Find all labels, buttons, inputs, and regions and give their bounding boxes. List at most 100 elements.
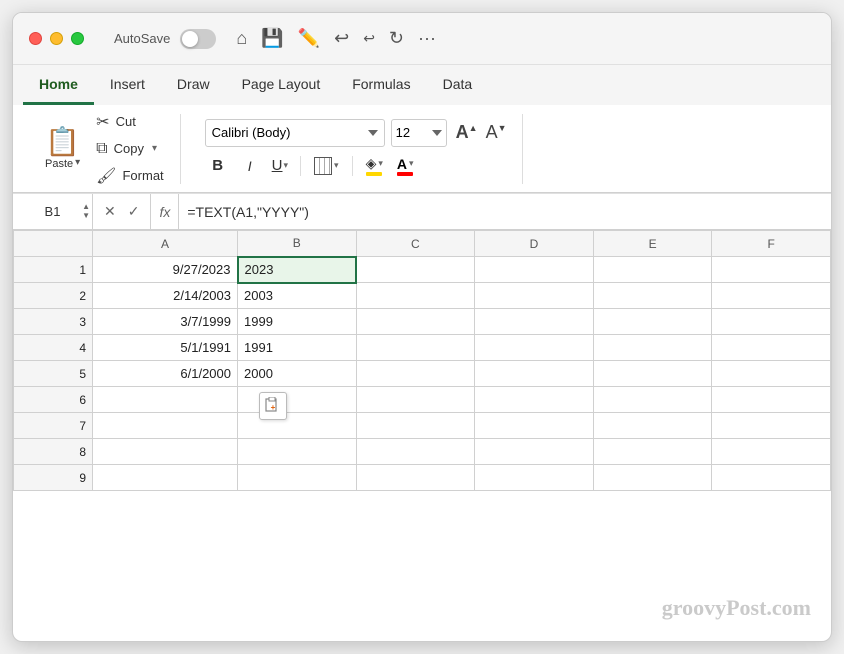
cell-d5[interactable] (475, 361, 594, 387)
copy-button[interactable]: ⧉ Copy ▾ (92, 138, 167, 160)
minimize-button[interactable] (50, 32, 63, 45)
highlight-dropdown-arrow[interactable]: ▾ (378, 158, 383, 169)
cell-b1[interactable]: 2023 (238, 257, 357, 283)
cell-a4[interactable]: 5/1/1991 (93, 335, 238, 361)
cell-c7[interactable] (356, 413, 475, 439)
cell-a8[interactable] (93, 439, 238, 465)
cell-b5[interactable]: 2000 (238, 361, 357, 387)
bold-button[interactable]: B (205, 153, 231, 179)
cell-d8[interactable] (475, 439, 594, 465)
undo2-icon[interactable]: ↩︎ (363, 30, 375, 47)
cell-c6[interactable] (356, 387, 475, 413)
cell-d3[interactable] (475, 309, 594, 335)
cell-b7[interactable] (238, 413, 357, 439)
tab-page-layout[interactable]: Page Layout (226, 65, 337, 105)
cell-d6[interactable] (475, 387, 594, 413)
cell-c9[interactable] (356, 465, 475, 491)
col-header-d[interactable]: D (475, 231, 594, 257)
close-button[interactable] (29, 32, 42, 45)
more-icon[interactable]: ··· (418, 28, 436, 49)
cell-b4[interactable]: 1991 (238, 335, 357, 361)
cell-d4[interactable] (475, 335, 594, 361)
font-size-selector[interactable]: 12 (391, 119, 447, 147)
copy-dropdown-arrow[interactable]: ▾ (152, 143, 157, 154)
underline-dropdown-arrow[interactable]: ▾ (284, 160, 289, 171)
paste-dropdown-arrow[interactable]: ▾ (75, 157, 80, 168)
tab-formulas[interactable]: Formulas (336, 65, 426, 105)
cell-d9[interactable] (475, 465, 594, 491)
highlight-color-button[interactable]: ◈ ▾ (362, 153, 387, 178)
redo-icon[interactable]: ↻ (389, 28, 404, 49)
cell-a2[interactable]: 2/14/2003 (93, 283, 238, 309)
cell-a6[interactable] (93, 387, 238, 413)
cell-d1[interactable] (475, 257, 594, 283)
paste-special-button[interactable]: + (259, 392, 287, 420)
cell-f8[interactable] (712, 439, 831, 465)
cell-f5[interactable] (712, 361, 831, 387)
cell-e6[interactable] (593, 387, 712, 413)
cell-f2[interactable] (712, 283, 831, 309)
cell-d2[interactable] (475, 283, 594, 309)
font-color-button[interactable]: A ▾ (393, 154, 418, 178)
save-icon[interactable]: 💾 (261, 28, 283, 49)
cell-e3[interactable] (593, 309, 712, 335)
border-button[interactable]: ▾ (310, 155, 343, 177)
cell-c2[interactable] (356, 283, 475, 309)
cell-e2[interactable] (593, 283, 712, 309)
name-box[interactable]: B1 ▲ ▼ (13, 194, 93, 229)
tab-data[interactable]: Data (427, 65, 489, 105)
cell-b6[interactable] (238, 387, 357, 413)
font-name-selector[interactable]: Calibri (Body) (205, 119, 385, 147)
cell-d7[interactable] (475, 413, 594, 439)
cell-e7[interactable] (593, 413, 712, 439)
cell-f4[interactable] (712, 335, 831, 361)
cell-b8[interactable] (238, 439, 357, 465)
cut-button[interactable]: ✂ Cut (92, 110, 167, 134)
cancel-formula-button[interactable]: ✕ (101, 201, 119, 222)
font-color-dropdown-arrow[interactable]: ▾ (409, 158, 414, 169)
format-painter-button[interactable]: 🖌 Format (92, 164, 167, 188)
cell-a7[interactable] (93, 413, 238, 439)
cell-b9[interactable] (238, 465, 357, 491)
tab-insert[interactable]: Insert (94, 65, 161, 105)
cell-c4[interactable] (356, 335, 475, 361)
cell-c1[interactable] (356, 257, 475, 283)
cell-e1[interactable] (593, 257, 712, 283)
formula-input[interactable] (179, 194, 831, 229)
cell-e5[interactable] (593, 361, 712, 387)
cell-a5[interactable]: 6/1/2000 (93, 361, 238, 387)
increase-font-size-button[interactable]: A▲ (453, 120, 481, 145)
autosave-toggle[interactable] (180, 29, 216, 49)
decrease-font-size-button[interactable]: A▼ (483, 120, 510, 145)
cell-f6[interactable] (712, 387, 831, 413)
col-header-c[interactable]: C (356, 231, 475, 257)
cell-a1[interactable]: 9/27/2023 (93, 257, 238, 283)
undo-icon[interactable]: ↩ (334, 28, 349, 49)
col-header-b[interactable]: B (238, 231, 357, 257)
cell-b2[interactable]: 2003 (238, 283, 357, 309)
cell-c3[interactable] (356, 309, 475, 335)
cell-f7[interactable] (712, 413, 831, 439)
paste-button[interactable]: 📋 Paste ▾ (37, 124, 88, 174)
cell-c8[interactable] (356, 439, 475, 465)
col-header-e[interactable]: E (593, 231, 712, 257)
tab-home[interactable]: Home (23, 65, 94, 105)
cell-f9[interactable] (712, 465, 831, 491)
cell-e9[interactable] (593, 465, 712, 491)
tab-draw[interactable]: Draw (161, 65, 226, 105)
italic-button[interactable]: I (237, 153, 263, 179)
underline-button[interactable]: U ▾ (269, 155, 291, 176)
cell-c5[interactable] (356, 361, 475, 387)
cell-e4[interactable] (593, 335, 712, 361)
cell-e8[interactable] (593, 439, 712, 465)
confirm-formula-button[interactable]: ✓ (125, 201, 143, 222)
col-header-a[interactable]: A (93, 231, 238, 257)
col-header-f[interactable]: F (712, 231, 831, 257)
border-dropdown-arrow[interactable]: ▾ (334, 160, 339, 171)
cell-b3[interactable]: 1999 (238, 309, 357, 335)
home-icon[interactable]: ⌂ (236, 28, 247, 49)
maximize-button[interactable] (71, 32, 84, 45)
edit-icon[interactable]: ✏️ (298, 28, 320, 49)
cell-f3[interactable] (712, 309, 831, 335)
cell-a3[interactable]: 3/7/1999 (93, 309, 238, 335)
